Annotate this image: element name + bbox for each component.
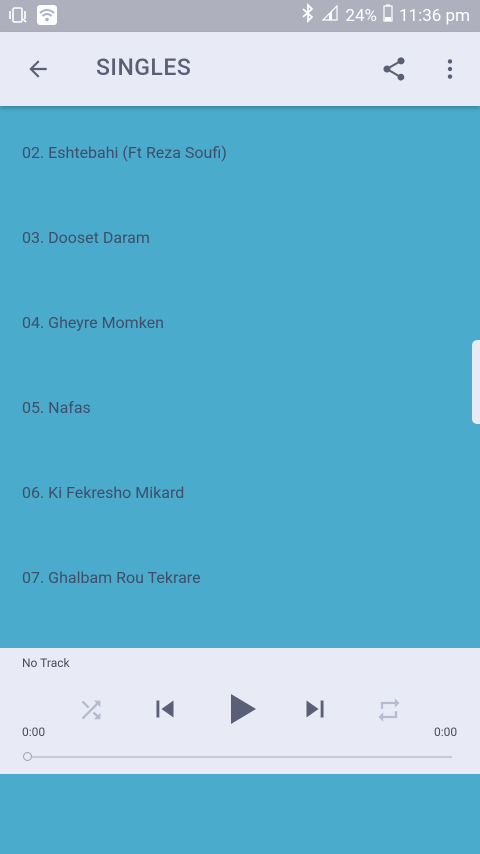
- back-button[interactable]: [14, 45, 62, 93]
- status-bar: 24% 11:36 pm: [0, 0, 480, 32]
- track-title: 06. Ki Fekresho Mikard: [22, 483, 185, 502]
- track-list: 02. Eshtebahi (Ft Reza Soufi) 03. Dooset…: [0, 106, 480, 648]
- more-vert-icon: [447, 59, 453, 79]
- track-title: 02. Eshtebahi (Ft Reza Soufi): [22, 143, 227, 162]
- share-button[interactable]: [370, 45, 418, 93]
- track-title: 03. Dooset Daram: [22, 228, 150, 247]
- vibrate-icon: [8, 6, 28, 29]
- track-title: 05. Nafas: [22, 398, 91, 417]
- status-right: 24% 11:36 pm: [301, 2, 470, 30]
- status-left: [8, 4, 58, 31]
- bluetooth-icon: [301, 2, 315, 30]
- skip-previous-icon: [156, 700, 174, 718]
- skip-next-icon: [306, 700, 324, 718]
- list-item[interactable]: 04. Gheyre Momken: [0, 280, 480, 365]
- page-title: SINGLES: [96, 54, 192, 81]
- track-title: 04. Gheyre Momken: [22, 313, 164, 332]
- next-button[interactable]: [295, 689, 335, 729]
- shuffle-button[interactable]: [72, 691, 110, 729]
- previous-button[interactable]: [145, 689, 185, 729]
- play-button[interactable]: [215, 684, 267, 734]
- play-icon: [231, 694, 256, 724]
- battery-level: 24%: [345, 6, 377, 26]
- list-item[interactable]: 07. Ghalbam Rou Tekrare: [0, 535, 480, 620]
- list-item[interactable]: 03. Dooset Daram: [0, 195, 480, 280]
- signal-icon: [321, 4, 339, 29]
- seek-thumb[interactable]: [23, 752, 32, 761]
- total-duration: 0:00: [434, 725, 458, 739]
- list-item[interactable]: 02. Eshtebahi (Ft Reza Soufi): [0, 110, 480, 195]
- list-item[interactable]: 05. Nafas: [0, 365, 480, 450]
- fast-scroll-handle[interactable]: [472, 340, 480, 424]
- list-item[interactable]: 06. Ki Fekresho Mikard: [0, 450, 480, 535]
- app-bar: SINGLES: [0, 32, 480, 106]
- track-title: 07. Ghalbam Rou Tekrare: [22, 568, 201, 587]
- share-icon: [383, 57, 405, 81]
- more-options-button[interactable]: [426, 45, 474, 93]
- now-playing-label: No Track: [22, 656, 70, 670]
- player-panel: No Track 0:00 0:00: [0, 648, 480, 774]
- elapsed-time: 0:00: [22, 725, 46, 739]
- battery-icon: [383, 4, 393, 29]
- seek-bar[interactable]: [32, 756, 452, 758]
- arrow-back-icon: [29, 60, 47, 78]
- repeat-button[interactable]: [370, 691, 408, 729]
- clock: 11:36 pm: [398, 6, 470, 26]
- wifi-icon: [36, 4, 58, 31]
- shuffle-icon: [81, 700, 101, 720]
- repeat-icon: [378, 698, 400, 722]
